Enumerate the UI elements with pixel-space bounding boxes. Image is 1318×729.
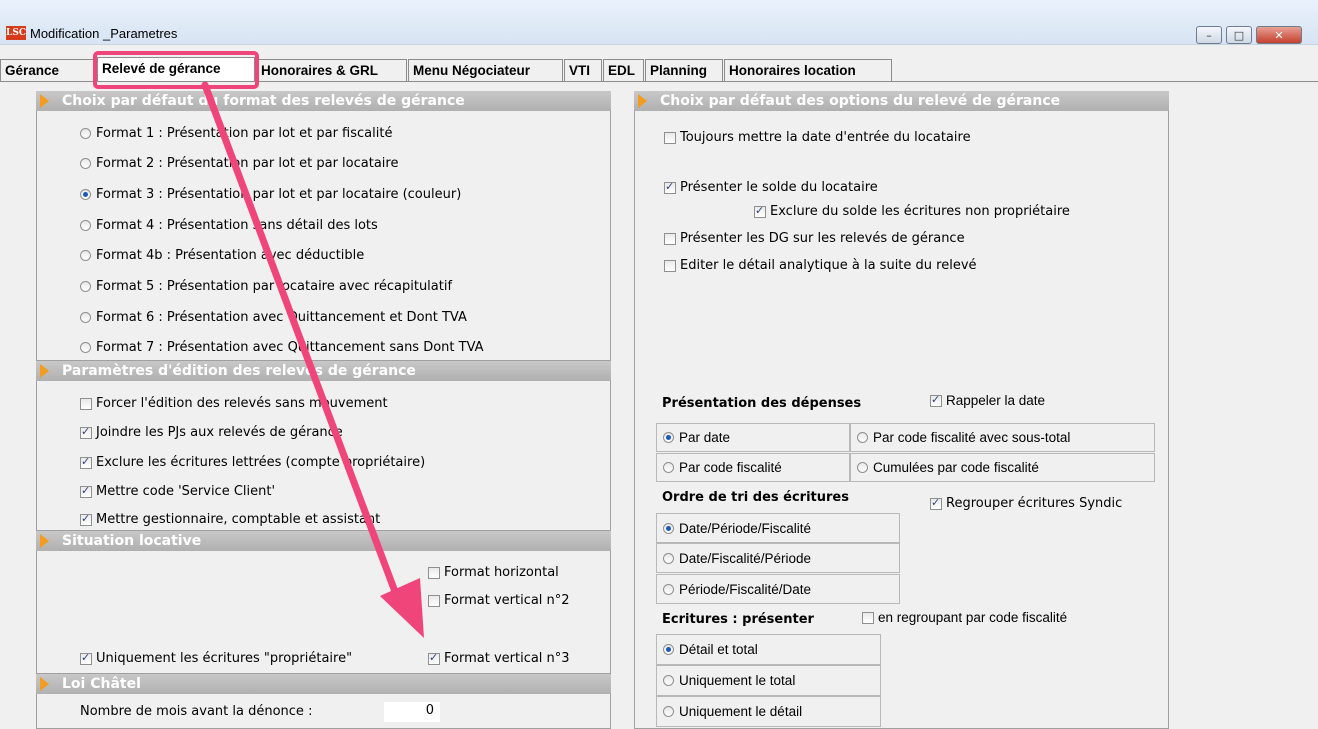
annotation-arrow (201, 81, 424, 638)
